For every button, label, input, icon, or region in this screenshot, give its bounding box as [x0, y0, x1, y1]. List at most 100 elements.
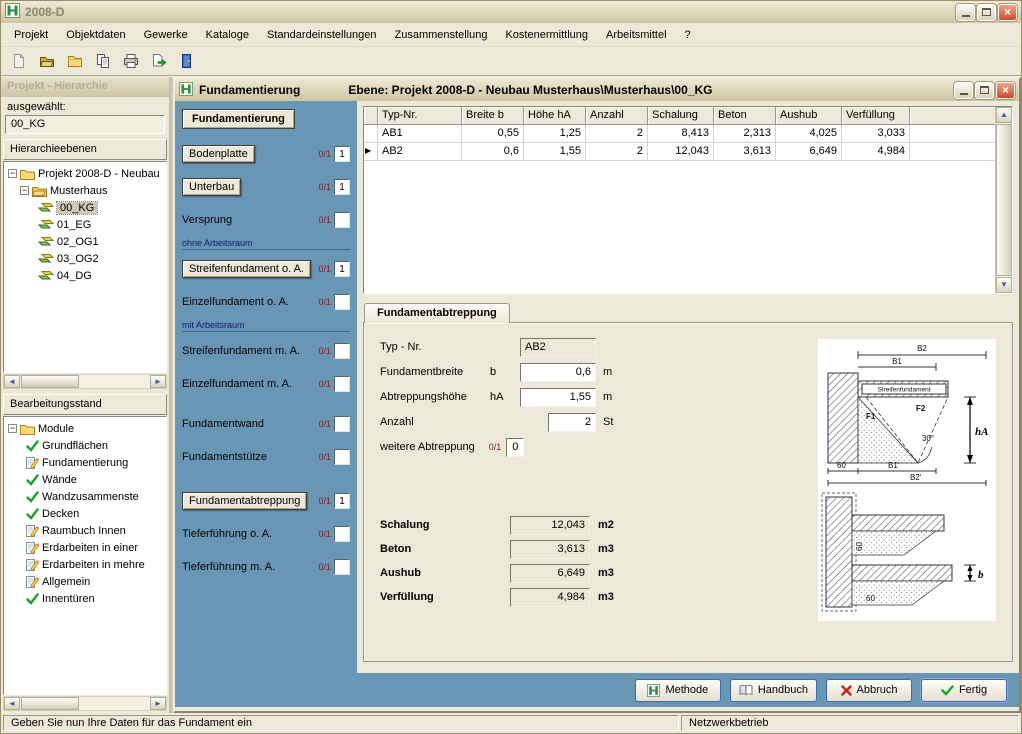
tree-item[interactable]: Innentüren [6, 590, 164, 607]
streifenfundament-oa-button[interactable]: Streifenfundament o. A. [182, 260, 311, 278]
collapse-icon[interactable]: − [20, 186, 29, 195]
export-button[interactable] [147, 49, 171, 73]
column-header[interactable]: Beton [714, 107, 776, 125]
print-button[interactable] [119, 49, 143, 73]
column-header[interactable]: Aushub [776, 107, 842, 125]
status-header[interactable]: Bearbeitungsstand [3, 394, 167, 415]
tree-item[interactable]: Fundamentierung [6, 454, 164, 471]
tieferfuehrung-oa-button[interactable]: Tieferführung o. A. [182, 526, 272, 542]
tree-item[interactable]: Decken [6, 505, 164, 522]
einzelfundament-oa-button[interactable]: Einzelfundament o. A. [182, 294, 289, 310]
selected-value-field[interactable]: 00_KG [5, 115, 165, 134]
tree-item[interactable]: Raumbuch Innen [6, 522, 164, 539]
table-cell[interactable]: 8,413 [648, 125, 714, 143]
scroll-up-icon[interactable]: ▲ [996, 107, 1012, 123]
methode-button[interactable]: Methode [635, 679, 721, 702]
menu-arbeitsmittel[interactable]: Arbeitsmittel [597, 25, 676, 45]
tree-item[interactable]: − Projekt 2008-D - Neubau [6, 165, 164, 182]
table-cell[interactable]: 1,55 [524, 143, 586, 161]
tieferfuehrung-ma-button[interactable]: Tieferführung m. A. [182, 559, 275, 575]
menu-kostenermittlung[interactable]: Kostenermittlung [496, 25, 597, 45]
scroll-left-icon[interactable]: ◄ [4, 697, 20, 710]
fundamentabtreppung-button[interactable]: Fundamentabtreppung [182, 492, 307, 510]
fertig-button[interactable]: Fertig [921, 679, 1007, 702]
weitere-abtreppung-input[interactable] [506, 438, 524, 457]
count-input[interactable] [334, 559, 350, 575]
column-header[interactable]: Anzahl [586, 107, 648, 125]
collapse-icon[interactable]: − [8, 169, 17, 178]
scroll-right-icon[interactable]: ► [150, 697, 166, 710]
hierarchy-hscrollbar[interactable]: ◄ ► [3, 374, 167, 389]
count-input[interactable] [334, 343, 350, 359]
vscroll-thumb[interactable] [996, 124, 1012, 276]
column-header[interactable]: Höhe hA [524, 107, 586, 125]
count-input[interactable] [334, 493, 350, 509]
count-input[interactable] [334, 416, 350, 432]
fundamentbreite-input[interactable] [520, 363, 596, 382]
count-input[interactable] [334, 526, 350, 542]
hierarchy-tree[interactable]: − Projekt 2008-D - Neubau − Musterhaus 0… [3, 161, 167, 373]
modules-hscrollbar[interactable]: ◄ ► [3, 696, 167, 711]
close-button[interactable]: × [998, 4, 1017, 21]
handbuch-button[interactable]: Handbuch [730, 679, 817, 702]
tree-item[interactable]: 04_DG [6, 267, 164, 284]
versprung-button[interactable]: Versprung [182, 212, 232, 228]
unterbau-button[interactable]: Unterbau [182, 178, 241, 196]
fundamentwand-button[interactable]: Fundamentwand [182, 416, 264, 432]
count-input[interactable] [334, 294, 350, 310]
open-button[interactable] [35, 49, 59, 73]
scroll-down-icon[interactable]: ▼ [996, 277, 1012, 293]
tree-item[interactable]: Erdarbeiten in mehre [6, 556, 164, 573]
table-vscrollbar[interactable]: ▲ ▼ [995, 107, 1012, 293]
maximize-button[interactable] [977, 4, 996, 21]
table-cell[interactable]: 6,649 [776, 143, 842, 161]
row-selector-cell[interactable] [364, 125, 378, 143]
hscroll-thumb[interactable] [21, 697, 79, 710]
tab-fundamentabtreppung[interactable]: Fundamentabtreppung [364, 303, 510, 323]
table-cell[interactable]: 2 [586, 143, 648, 161]
levels-header[interactable]: Hierarchieebenen [3, 139, 167, 160]
table-cell[interactable]: 4,025 [776, 125, 842, 143]
tree-item[interactable]: Wandzusammenste [6, 488, 164, 505]
menu-zusammenstellung[interactable]: Zusammenstellung [386, 25, 497, 45]
column-header[interactable]: Breite b [462, 107, 524, 125]
column-header[interactable]: Typ-Nr. [378, 107, 462, 125]
abbruch-button[interactable]: Abbruch [826, 679, 912, 702]
scroll-left-icon[interactable]: ◄ [4, 375, 20, 388]
table-cell[interactable]: 0,55 [462, 125, 524, 143]
exit-button[interactable] [175, 49, 199, 73]
streifenfundament-ma-button[interactable]: Streifenfundament m. A. [182, 343, 300, 359]
einzelfundament-ma-button[interactable]: Einzelfundament m. A. [182, 376, 292, 392]
count-input[interactable] [334, 146, 350, 162]
table-cell[interactable]: 0,6 [462, 143, 524, 161]
anzahl-input[interactable] [548, 413, 596, 432]
minimize-button[interactable] [956, 4, 975, 21]
table-cell[interactable]: 12,043 [648, 143, 714, 161]
table-cell[interactable]: AB1 [378, 125, 462, 143]
bodenplatte-button[interactable]: Bodenplatte [182, 145, 255, 163]
foundation-table[interactable]: Typ-Nr. Breite b Höhe hA Anzahl Schalung… [364, 107, 995, 293]
maximize-button[interactable] [975, 82, 994, 99]
hscroll-thumb[interactable] [21, 375, 79, 388]
fundamentstuetze-button[interactable]: Fundamentstütze [182, 449, 267, 465]
tree-item[interactable]: 03_OG2 [6, 250, 164, 267]
table-cell[interactable]: 4,984 [842, 143, 910, 161]
menu-standardeinstellungen[interactable]: Standardeinstellungen [258, 25, 385, 45]
tree-item-selected[interactable]: 00_KG [6, 199, 164, 216]
abtreppungshoehe-input[interactable] [520, 388, 596, 407]
collapse-icon[interactable]: − [8, 424, 17, 433]
count-input[interactable] [334, 376, 350, 392]
menu-projekt[interactable]: Projekt [5, 25, 57, 45]
folder-button[interactable] [63, 49, 87, 73]
copy-button[interactable] [91, 49, 115, 73]
count-input[interactable] [334, 261, 350, 277]
modules-tree[interactable]: − Module Grundflächen Fundamentierung Wä… [3, 416, 167, 695]
tree-item[interactable]: − Musterhaus [6, 182, 164, 199]
menu-kataloge[interactable]: Kataloge [197, 25, 258, 45]
column-header[interactable]: Schalung [648, 107, 714, 125]
table-cell[interactable]: 2 [586, 125, 648, 143]
table-cell[interactable]: 1,25 [524, 125, 586, 143]
count-input[interactable] [334, 212, 350, 228]
new-button[interactable] [7, 49, 31, 73]
close-button[interactable]: × [996, 82, 1015, 99]
